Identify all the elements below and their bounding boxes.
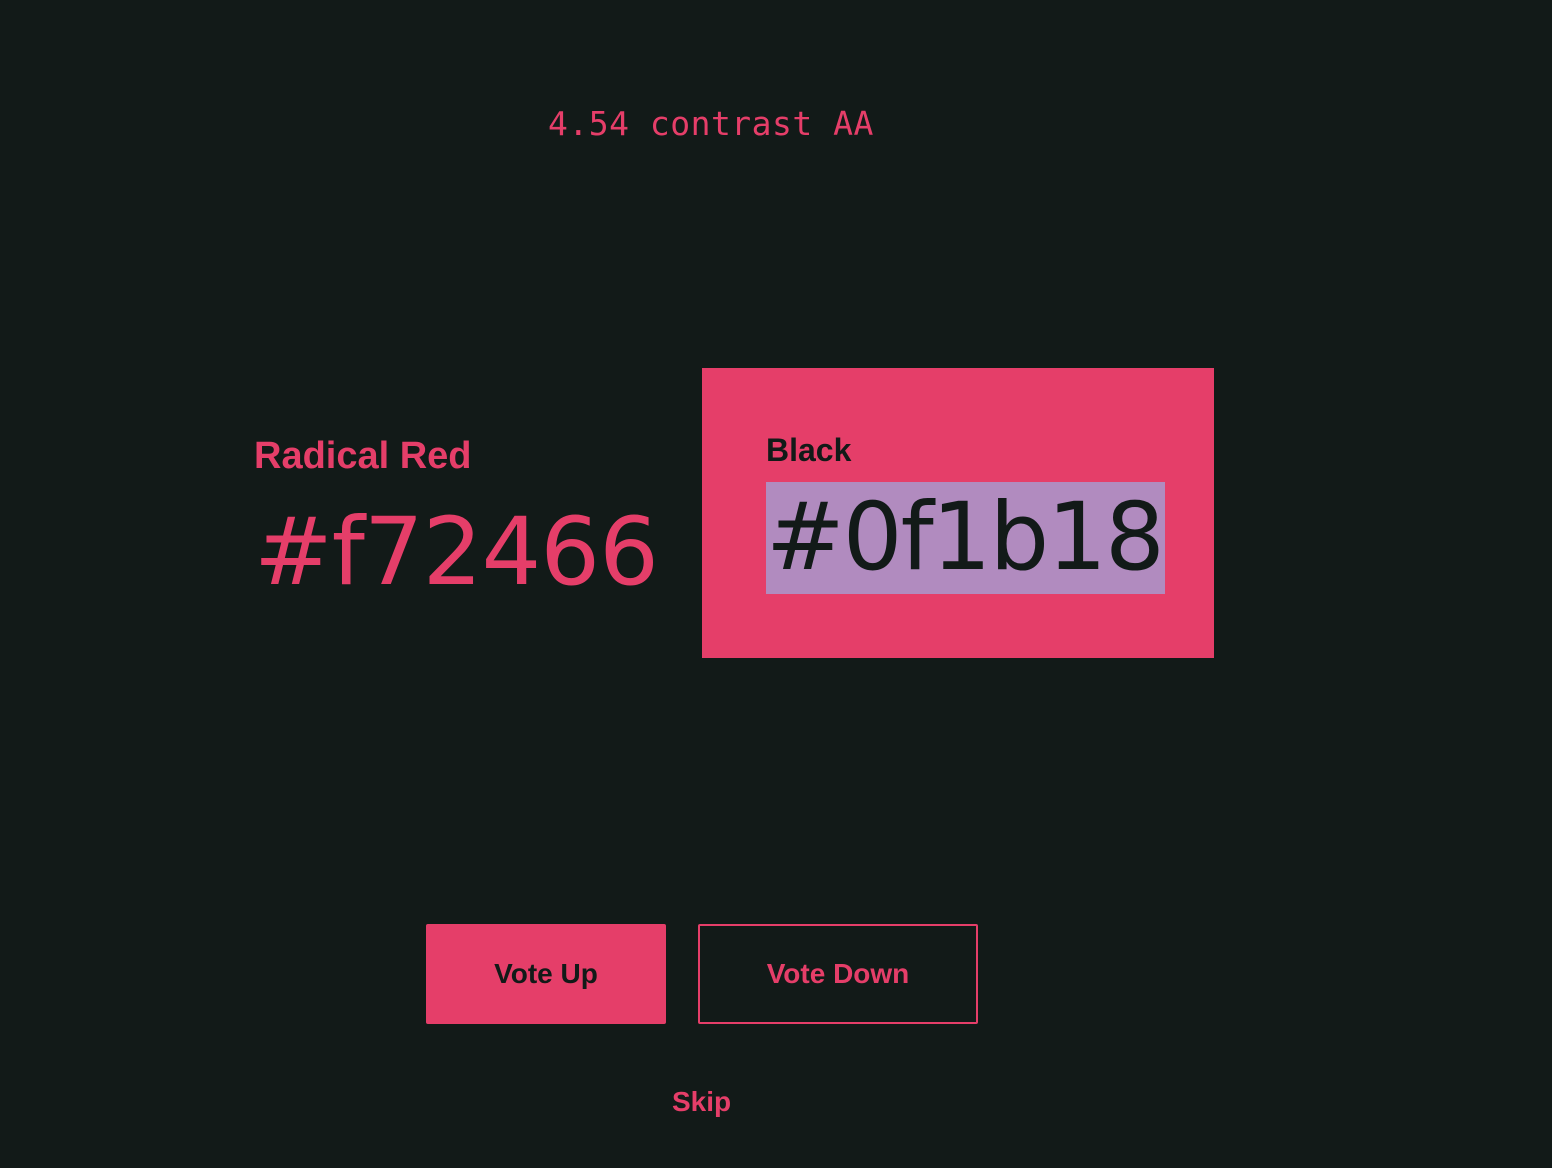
- background-color-card: Black #0f1b18: [702, 368, 1214, 658]
- background-color-name: Black: [766, 432, 852, 468]
- contrast-voting-page: 4.54 contrast AA Radical Red #f72466 Bla…: [0, 0, 1552, 1168]
- background-color-hex-selected[interactable]: #0f1b18: [766, 482, 1165, 594]
- foreground-color-hex[interactable]: #f72466: [254, 498, 659, 608]
- contrast-ratio-label: 4.54 contrast AA: [548, 104, 874, 143]
- foreground-color-panel: Radical Red #f72466: [254, 432, 659, 608]
- vote-up-button[interactable]: Vote Up: [426, 924, 666, 1024]
- skip-link[interactable]: Skip: [672, 1086, 731, 1118]
- foreground-color-name: Radical Red: [254, 435, 472, 477]
- vote-down-button[interactable]: Vote Down: [698, 924, 978, 1024]
